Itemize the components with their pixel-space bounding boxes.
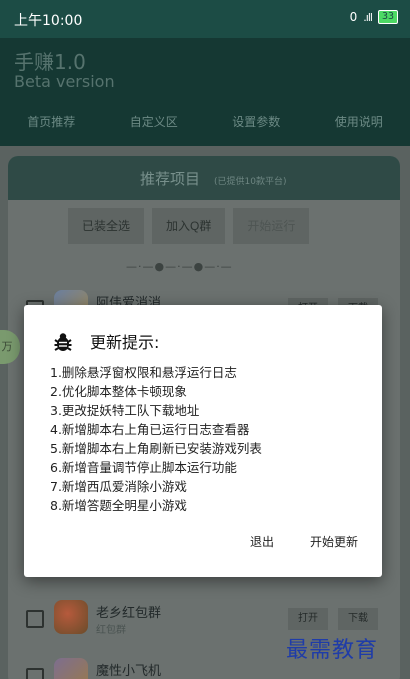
app-header: 手赚1.0 Beta version 首页推荐 自定义区 设置参数 使用说明	[0, 38, 410, 146]
start-update-button[interactable]: 开始更新	[310, 533, 358, 550]
changelog-item: 7.新增西瓜爱消除小游戏	[50, 479, 187, 494]
exit-button[interactable]: 退出	[250, 533, 274, 550]
card-subtitle: (已提供10款平台)	[214, 177, 287, 187]
start-run-button[interactable]: 开始运行	[233, 208, 310, 244]
changelog-item: 1.删除悬浮窗权限和悬浮运行日志	[50, 365, 237, 380]
select-installed-button[interactable]: 已装全选	[68, 208, 145, 244]
app-subtitle: Beta version	[14, 72, 115, 91]
action-buttons: 已装全选 加入Q群 开始运行	[68, 208, 310, 244]
card-title: 推荐项目	[140, 170, 201, 188]
dialog-title: 更新提示:	[90, 333, 160, 352]
app-screen: 上午10:00 0 .ıll 33 手赚1.0 Beta version 首页推…	[0, 0, 410, 679]
changelog-item: 8.新增答题全明星小游戏	[50, 498, 187, 513]
status-bar: 上午10:00 0 .ıll 33	[0, 0, 410, 38]
item-checkbox[interactable]	[26, 668, 44, 679]
item-name: 魔性小飞机	[96, 664, 162, 679]
card-header: 推荐项目 (已提供10款平台)	[8, 156, 400, 200]
game-app-icon	[54, 600, 88, 634]
status-time: 上午10:00	[14, 13, 83, 29]
item-checkbox[interactable]	[26, 610, 44, 628]
tab-settings[interactable]: 设置参数	[205, 110, 308, 140]
tab-custom-area[interactable]: 自定义区	[103, 110, 206, 140]
bug-icon	[52, 331, 74, 353]
app-title: 手赚1.0	[14, 50, 86, 74]
game-app-icon	[54, 658, 88, 679]
signal-icon: .ıll	[363, 10, 373, 24]
open-button[interactable]: 打开	[288, 608, 328, 630]
status-icons: 0 .ıll 33	[350, 10, 398, 24]
changelog-item: 3.更改捉妖特工队下载地址	[50, 403, 200, 418]
tab-instructions[interactable]: 使用说明	[308, 110, 410, 140]
battery-icon: 33	[377, 10, 398, 24]
tab-home-recommend[interactable]: 首页推荐	[0, 110, 103, 140]
join-qq-group-button[interactable]: 加入Q群	[152, 208, 226, 244]
changelog-item: 2.优化脚本整体卡顿现象	[50, 384, 187, 399]
item-desc: 红包群	[96, 625, 126, 636]
page-indicator: —·—●—·—●—·—	[126, 260, 233, 273]
update-dialog: 更新提示: 1.删除悬浮窗权限和悬浮运行日志 2.优化脚本整体卡顿现象 3.更改…	[24, 305, 382, 577]
download-button[interactable]: 下载	[338, 608, 378, 630]
changelog-list: 1.删除悬浮窗权限和悬浮运行日志 2.优化脚本整体卡顿现象 3.更改捉妖特工队下…	[50, 363, 262, 515]
changelog-item: 6.新增音量调节停止脚本运行功能	[50, 460, 237, 475]
watermark-logo: 最需教育	[286, 638, 379, 663]
tab-bar: 首页推荐 自定义区 设置参数 使用说明	[0, 110, 410, 140]
sim-icon: 0	[349, 10, 358, 24]
changelog-item: 5.新增脚本右上角刷新已安装游戏列表	[50, 441, 262, 456]
item-name: 老乡红包群	[96, 606, 162, 621]
changelog-item: 4.新增脚本右上角已运行日志查看器	[50, 422, 250, 437]
